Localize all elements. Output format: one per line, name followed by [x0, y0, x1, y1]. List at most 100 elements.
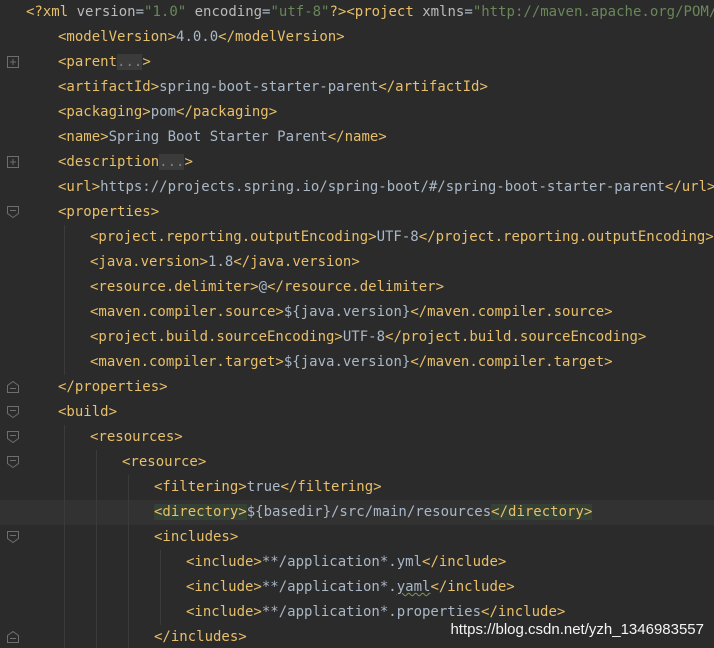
code-line[interactable]: <url>https://projects.spring.io/spring-b…: [26, 175, 714, 200]
collapse-fold-icon[interactable]: [7, 406, 19, 418]
code-line-content: <modelVersion>4.0.0</modelVersion>: [58, 29, 345, 45]
xml-tag: <resource>: [122, 454, 207, 470]
xml-text: **/application*.: [261, 579, 397, 595]
collapse-fold-icon[interactable]: [7, 531, 19, 543]
code-area[interactable]: <?xml version="1.0" encoding="utf-8"?><p…: [0, 0, 714, 648]
code-line-content: <project.build.sourceEncoding>UTF-8</pro…: [90, 329, 646, 345]
indent-guide: [64, 550, 65, 575]
indent-guide: [160, 600, 161, 625]
xml-tag: </modelVersion>: [218, 29, 345, 45]
code-line-content: <resource>: [122, 454, 206, 470]
code-line[interactable]: <include>**/application*.yaml</include>: [26, 575, 714, 600]
xml-tag: <modelVersion>: [58, 29, 177, 45]
code-line-content: <maven.compiler.source>${java.version}</…: [90, 304, 613, 320]
collapse-fold-icon[interactable]: [7, 381, 19, 393]
code-line[interactable]: <description...>: [7, 150, 714, 175]
indent-guide: [64, 250, 65, 275]
code-line[interactable]: <resource>: [7, 450, 714, 475]
folded-placeholder[interactable]: ...: [159, 154, 185, 170]
xml-text: **/application*.yml: [261, 554, 423, 570]
code-line[interactable]: </properties>: [7, 375, 714, 400]
indent-guide: [64, 275, 65, 300]
expand-fold-icon[interactable]: [7, 156, 19, 168]
xml-tag: <include>: [186, 554, 262, 570]
code-line[interactable]: <maven.compiler.source>${java.version}</…: [26, 300, 714, 325]
xml-string: "utf-8": [270, 4, 330, 20]
xml-tag: <project: [346, 4, 423, 20]
indent-guide: [128, 625, 129, 648]
indent-guide: [128, 500, 129, 525]
indent-guide: [128, 550, 129, 575]
code-line-content: <maven.compiler.target>${java.version}</…: [90, 354, 613, 370]
code-line[interactable]: <properties>: [7, 200, 714, 225]
indent-guide: [96, 475, 97, 500]
code-line[interactable]: <project.build.sourceEncoding>UTF-8</pro…: [26, 325, 714, 350]
xml-tag: </name>: [327, 129, 387, 145]
code-line-content: <project.reporting.outputEncoding>UTF-8<…: [90, 229, 714, 245]
xml-tag: </project.reporting.outputEncoding>: [418, 229, 714, 245]
xml-tag: <parent: [58, 54, 118, 70]
code-line[interactable]: <artifactId>spring-boot-starter-parent</…: [26, 75, 714, 100]
xml-text: xmlns: [422, 4, 465, 20]
xml-text: true: [246, 479, 281, 495]
collapse-fold-icon[interactable]: [7, 631, 19, 643]
xml-tag: <packaging>: [58, 104, 151, 120]
xml-text: ?>: [329, 4, 347, 20]
indent-guide: [64, 625, 65, 648]
code-line[interactable]: <includes>: [7, 525, 714, 550]
xml-text: 1.8: [208, 254, 234, 270]
xml-tag: <maven.compiler.source>: [90, 304, 284, 320]
indent-guide: [160, 550, 161, 575]
code-line-content: <include>**/application*.yml</include>: [186, 554, 506, 570]
xml-tag: <project.reporting.outputEncoding>: [90, 229, 377, 245]
code-line-content: <properties>: [58, 204, 159, 220]
code-line[interactable]: <?xml version="1.0" encoding="utf-8"?><p…: [26, 0, 714, 25]
indent-guide: [128, 600, 129, 625]
xml-text: encoding: [186, 4, 263, 20]
xml-string: "http://maven.apache.org/POM/4.0.: [472, 4, 714, 20]
code-line-content: </properties>: [58, 379, 168, 395]
xml-tag: </properties>: [58, 379, 168, 395]
indent-guide: [64, 425, 65, 450]
xml-text: spring-boot-starter-parent: [159, 79, 379, 95]
indent-guide: [96, 575, 97, 600]
xml-tag: </maven.compiler.target>: [410, 354, 613, 370]
xml-tag: </include>: [422, 554, 507, 570]
code-line[interactable]: <name>Spring Boot Starter Parent</name>: [26, 125, 714, 150]
code-line[interactable]: <include>**/application*.yml</include>: [26, 550, 714, 575]
xml-tag: <includes>: [154, 529, 239, 545]
collapse-fold-icon[interactable]: [7, 431, 19, 443]
indent-guide: [64, 575, 65, 600]
code-line[interactable]: <build>: [7, 400, 714, 425]
collapse-fold-icon[interactable]: [7, 456, 19, 468]
code-line-content: <includes>: [154, 529, 238, 545]
indent-guide: [96, 525, 97, 550]
xml-tag: <filtering>: [154, 479, 247, 495]
indent-guide: [64, 450, 65, 475]
xml-tag: <properties>: [58, 204, 160, 220]
folded-placeholder[interactable]: ...: [117, 54, 143, 70]
xml-tag: <resource.delimiter>: [90, 279, 259, 295]
code-editor[interactable]: <?xml version="1.0" encoding="utf-8"?><p…: [0, 0, 714, 648]
code-line[interactable]: <resource.delimiter>@</resource.delimite…: [26, 275, 714, 300]
code-line[interactable]: <packaging>pom</packaging>: [26, 100, 714, 125]
xml-text: https://projects.spring.io/spring-boot/#…: [100, 179, 665, 195]
collapse-fold-icon[interactable]: [7, 206, 19, 218]
xml-tag: <maven.compiler.target>: [90, 354, 284, 370]
xml-tag: </include>: [481, 604, 566, 620]
indent-guide: [96, 625, 97, 648]
code-line[interactable]: <maven.compiler.target>${java.version}</…: [26, 350, 714, 375]
xml-tag: </project.build.sourceEncoding>: [385, 329, 647, 345]
code-line[interactable]: <project.reporting.outputEncoding>UTF-8<…: [26, 225, 714, 250]
code-line[interactable]: <directory>${basedir}/src/main/resources…: [0, 500, 714, 525]
code-line[interactable]: <parent...>: [7, 50, 714, 75]
code-line[interactable]: <filtering>true</filtering>: [26, 475, 714, 500]
xml-tag: <include>: [186, 579, 262, 595]
xml-text: ${basedir}/src/main/resources: [246, 504, 492, 520]
code-line-content: <name>Spring Boot Starter Parent</name>: [58, 129, 387, 145]
expand-fold-icon[interactable]: [7, 56, 19, 68]
code-line[interactable]: <resources>: [7, 425, 714, 450]
code-line[interactable]: <java.version>1.8</java.version>: [26, 250, 714, 275]
code-line-content: <packaging>pom</packaging>: [58, 104, 277, 120]
code-line[interactable]: <modelVersion>4.0.0</modelVersion>: [26, 25, 714, 50]
